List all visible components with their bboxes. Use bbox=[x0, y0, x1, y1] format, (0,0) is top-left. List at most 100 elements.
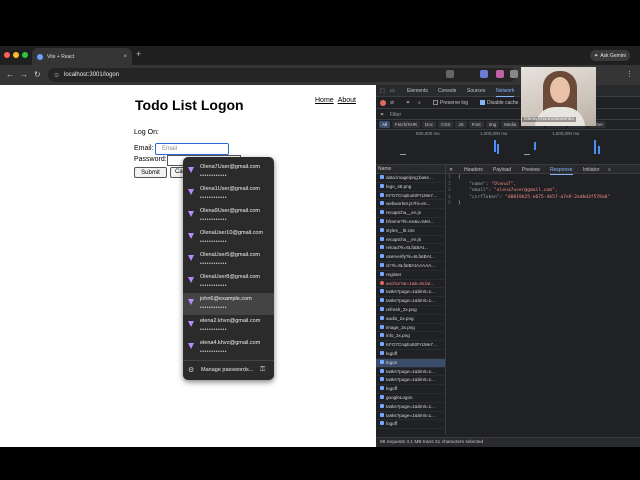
home-link[interactable]: Home bbox=[315, 97, 334, 104]
request-row[interactable]: logoff bbox=[376, 420, 445, 430]
timeline-label: 1,500,000 ms bbox=[552, 131, 580, 136]
request-row[interactable]: tasks?page=1&limit=1... bbox=[376, 297, 445, 306]
saved-password-item[interactable]: elena4.khvo@gmail.com •••••••••••• bbox=[183, 337, 274, 359]
type-filter-doc[interactable]: Doc bbox=[422, 121, 437, 128]
vite-site-icon bbox=[188, 299, 194, 305]
saved-password-item[interactable]: Olena7User@gmail.com •••••••••••• bbox=[183, 161, 274, 183]
request-row[interactable]: data:image/png;base... bbox=[376, 174, 445, 183]
request-row[interactable]: refresh_2x.png bbox=[376, 306, 445, 315]
tab-initiator[interactable]: Initiator bbox=[583, 167, 599, 173]
request-row[interactable]: audio_2x.png bbox=[376, 315, 445, 324]
request-row[interactable]: googleLogon bbox=[376, 394, 445, 403]
request-row[interactable]: tasks?page=1&limit=1... bbox=[376, 376, 445, 386]
masked-password: •••••••••••• bbox=[200, 305, 228, 311]
timeline-mark bbox=[524, 154, 530, 155]
translate-icon[interactable] bbox=[446, 70, 454, 78]
request-row[interactable]: clr?k=6LfatBAtAAAAA... bbox=[376, 262, 445, 271]
extension-icon[interactable] bbox=[480, 70, 488, 78]
more-tabs-icon[interactable]: » bbox=[608, 167, 611, 173]
tab-preview[interactable]: Preview bbox=[522, 167, 540, 173]
minimize-window-button[interactable] bbox=[13, 52, 19, 58]
preserve-log-checkbox[interactable]: Preserve log bbox=[433, 100, 468, 106]
request-row[interactable]: logoff bbox=[376, 385, 445, 394]
request-row[interactable]: logoff bbox=[376, 350, 445, 359]
tab-console[interactable]: Console bbox=[438, 88, 456, 94]
request-row[interactable]: tasks?page=1&limit=1... bbox=[376, 288, 445, 298]
extensions-puzzle-icon[interactable] bbox=[510, 70, 518, 78]
request-row[interactable]: info_2x.png bbox=[376, 332, 445, 342]
request-row[interactable]: styles__ltr.css bbox=[376, 227, 445, 236]
page-title: Todo List Logon bbox=[135, 97, 244, 113]
saved-password-item[interactable]: john6@example.com •••••••••••• bbox=[183, 293, 274, 315]
timeline-mark bbox=[400, 154, 406, 155]
reload-icon[interactable]: ↻ bbox=[34, 70, 41, 79]
request-row[interactable]: tasks?page=1&limit=1... bbox=[376, 368, 445, 377]
request-row[interactable]: tasks?page=1&limit=1... bbox=[376, 412, 445, 421]
maximize-window-button[interactable] bbox=[22, 52, 28, 58]
tab-sources[interactable]: Sources bbox=[467, 88, 485, 94]
request-row[interactable]: userverify?k=6LfatBAt... bbox=[376, 253, 445, 262]
type-filter-all[interactable]: All bbox=[379, 121, 391, 128]
new-tab-button[interactable]: + bbox=[136, 49, 141, 59]
record-icon[interactable] bbox=[380, 100, 386, 106]
submit-button[interactable]: Submit bbox=[134, 167, 167, 178]
saved-password-item[interactable]: OlenaUser8@gmail.com •••••••••••• bbox=[183, 271, 274, 293]
close-window-button[interactable] bbox=[4, 52, 10, 58]
request-row[interactable]: anchor?ar=1&k=6Lfat... bbox=[376, 280, 445, 289]
saved-password-item[interactable]: Olena1User@gmail.com •••••••••••• bbox=[183, 183, 274, 205]
site-info-icon[interactable]: ⊙ bbox=[54, 72, 59, 79]
saved-password-item[interactable]: Olena9User@gmail.com •••••••••••• bbox=[183, 205, 274, 227]
forward-icon[interactable]: → bbox=[20, 70, 28, 79]
extension-icon[interactable] bbox=[496, 70, 504, 78]
search-icon[interactable]: ⌕ bbox=[418, 100, 421, 106]
tab-payload[interactable]: Payload bbox=[493, 167, 511, 173]
tab-network[interactable]: Network bbox=[496, 88, 515, 97]
tab-elements[interactable]: Elements bbox=[407, 88, 428, 94]
request-row[interactable]: tasks?page=1&limit=1... bbox=[376, 403, 445, 412]
inspect-icon[interactable]: ⬚ bbox=[380, 88, 385, 94]
type-filter-fetchxhr[interactable]: Fetch/XHR bbox=[392, 121, 421, 128]
email-input[interactable]: Email bbox=[155, 143, 229, 155]
type-filter-img[interactable]: Img bbox=[485, 121, 500, 128]
request-type-icon bbox=[380, 254, 384, 259]
saved-passwords-popup: Olena7User@gmail.com •••••••••••• Olena1Us… bbox=[183, 157, 274, 380]
request-row[interactable]: logon bbox=[376, 358, 445, 368]
disable-cache-checkbox[interactable]: Disable cache bbox=[480, 100, 518, 106]
ask-gemini-button[interactable]: ✦ Ask Gemini bbox=[590, 50, 630, 61]
request-type-icon bbox=[380, 192, 384, 197]
filter-bar[interactable]: ⏷ Filter bbox=[376, 109, 640, 120]
saved-password-item[interactable]: OlenaUser5@gmail.com •••••••••••• bbox=[183, 249, 274, 271]
back-icon[interactable]: ← bbox=[6, 70, 14, 79]
timeline-bar bbox=[534, 142, 536, 150]
response-line: 5} bbox=[448, 201, 638, 208]
request-row[interactable]: bframe?hl=en&v=Mer... bbox=[376, 218, 445, 227]
type-filter-font[interactable]: Font bbox=[468, 121, 484, 128]
saved-password-item[interactable]: OlenaUser10@gmail.com •••••••••••• bbox=[183, 227, 274, 249]
request-row[interactable]: image_2x.png bbox=[376, 324, 445, 333]
request-row[interactable]: register bbox=[376, 271, 445, 280]
clear-icon[interactable]: ⊘ bbox=[390, 100, 394, 106]
request-row[interactable]: KFO7CnqEu92Fr1Me7... bbox=[376, 341, 445, 350]
filter-icon[interactable]: ⏷ bbox=[406, 100, 410, 106]
type-filter-js[interactable]: JS bbox=[455, 121, 467, 128]
request-row[interactable]: KFO7CnqEu92Fr1Me7... bbox=[376, 192, 445, 201]
close-detail-icon[interactable]: ✕ bbox=[449, 167, 453, 173]
request-row[interactable]: recaptcha__en.js bbox=[376, 236, 445, 245]
request-row[interactable]: webworker.js?hl=en... bbox=[376, 200, 445, 210]
browser-tab[interactable]: Vite + React × bbox=[32, 48, 132, 65]
request-row[interactable]: reload?k=6LfatBAt... bbox=[376, 244, 445, 254]
type-filter-css[interactable]: CSS bbox=[438, 121, 454, 128]
request-name: tasks?page=1&limit=1... bbox=[386, 412, 436, 418]
device-toggle-icon[interactable]: ▭ bbox=[390, 88, 395, 94]
tab-headers[interactable]: Headers bbox=[464, 167, 483, 173]
name-column-header[interactable]: Name bbox=[376, 165, 445, 174]
tab-response[interactable]: Response bbox=[550, 167, 573, 175]
saved-password-item[interactable]: elena2.khvo@gmail.com •••••••••••• bbox=[183, 315, 274, 337]
tab-close-icon[interactable]: × bbox=[123, 54, 127, 60]
request-row[interactable]: logo_48.png bbox=[376, 183, 445, 192]
request-row[interactable]: recaptcha__en.js bbox=[376, 209, 445, 218]
menu-icon[interactable]: ⋮ bbox=[626, 70, 634, 78]
manage-passwords-item[interactable]: ⚙ Manage passwords... ⚿ bbox=[183, 363, 274, 378]
type-filter-media[interactable]: Media bbox=[501, 121, 520, 128]
about-link[interactable]: About bbox=[338, 97, 356, 104]
